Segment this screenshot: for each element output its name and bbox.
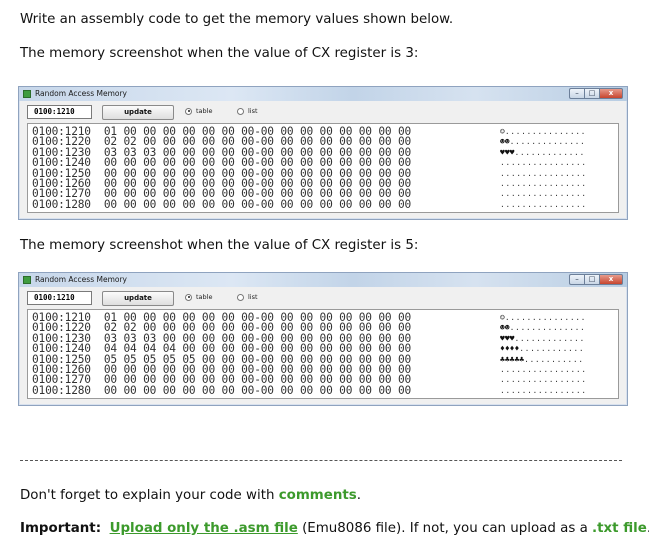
maximize-icon[interactable]: □ bbox=[584, 88, 599, 99]
hex-rows: 0100:1210 01 00 00 00 00 00 00 00-00 00 … bbox=[32, 126, 412, 211]
radio-list[interactable]: list bbox=[237, 292, 258, 302]
note-suffix: . bbox=[356, 488, 361, 503]
radio-unselected-icon bbox=[237, 293, 244, 301]
memory-dump[interactable]: 0100:1210 01 00 00 00 00 00 00 00-00 00 … bbox=[27, 309, 619, 399]
txt-file-link[interactable]: .txt file bbox=[592, 521, 647, 536]
ascii-row: ☻☻.............. bbox=[500, 323, 586, 333]
memory-window-1: Random Access Memory – □ x 0100:1210 upd… bbox=[18, 86, 628, 220]
ascii-row: ☻☻.............. bbox=[500, 137, 586, 147]
window-controls: – □ x bbox=[569, 274, 623, 285]
asm-file-link[interactable]: Upload only the .asm file bbox=[110, 521, 298, 536]
minimize-icon[interactable]: – bbox=[569, 88, 584, 99]
minimize-icon[interactable]: – bbox=[569, 274, 584, 285]
ascii-row: ................ bbox=[500, 168, 587, 178]
ascii-row: ♣♣♣♣♣........... bbox=[500, 354, 584, 364]
update-button[interactable]: update bbox=[102, 105, 174, 120]
ascii-row: ♦♦♦♦............ bbox=[500, 344, 585, 354]
table-row: 0100:1280 00 00 00 00 00 00 00 00-00 00 … bbox=[32, 383, 412, 397]
memory-window-2: Random Access Memory – □ x 0100:1210 upd… bbox=[18, 272, 628, 406]
close-icon[interactable]: x bbox=[599, 88, 623, 99]
intro-text: Write an assembly code to get the memory… bbox=[20, 12, 454, 27]
memory-toolbar: 0100:1210 update table list bbox=[19, 287, 627, 309]
radio-table-label: table bbox=[196, 107, 213, 115]
app-icon bbox=[23, 90, 31, 98]
maximize-icon[interactable]: □ bbox=[584, 274, 599, 285]
comments-note: Don't forget to explain your code with c… bbox=[20, 488, 361, 503]
radio-table[interactable]: table bbox=[185, 106, 212, 116]
ascii-row: ................ bbox=[500, 189, 587, 199]
radio-list[interactable]: list bbox=[237, 106, 258, 116]
address-input[interactable]: 0100:1210 bbox=[27, 291, 92, 305]
ascii-column: ☺............... ☻☻.............. ♥♥♥...… bbox=[500, 313, 587, 396]
table-row: 0100:1280 00 00 00 00 00 00 00 00-00 00 … bbox=[32, 197, 412, 211]
radio-list-label: list bbox=[248, 293, 258, 301]
radio-table-label: table bbox=[196, 293, 213, 301]
radio-list-label: list bbox=[248, 107, 258, 115]
update-button[interactable]: update bbox=[102, 291, 174, 306]
ascii-row: ................ bbox=[500, 158, 587, 168]
important-middle: (Emu8086 file). If not, you can upload a… bbox=[297, 521, 593, 536]
ascii-row: ♥♥♥............. bbox=[500, 147, 585, 157]
important-label: Important: bbox=[20, 521, 102, 536]
window-controls: – □ x bbox=[569, 88, 623, 99]
close-icon[interactable]: x bbox=[599, 274, 623, 285]
window-title: Random Access Memory bbox=[35, 89, 127, 98]
ascii-row: ................ bbox=[500, 375, 587, 385]
radio-selected-icon bbox=[185, 107, 192, 115]
important-note: Important: Upload only the .asm file (Em… bbox=[20, 521, 649, 536]
memory-toolbar: 0100:1210 update table list bbox=[19, 101, 627, 123]
window-title: Random Access Memory bbox=[35, 275, 127, 284]
window-titlebar[interactable]: Random Access Memory – □ x bbox=[19, 273, 627, 287]
dashed-divider bbox=[20, 460, 622, 461]
ascii-row: ☺............... bbox=[500, 313, 587, 322]
comments-link[interactable]: comments bbox=[279, 488, 357, 503]
radio-selected-icon bbox=[185, 293, 192, 301]
ascii-row: ................ bbox=[500, 364, 587, 374]
ascii-row: ................ bbox=[500, 385, 587, 395]
ascii-column: ☺............... ☻☻.............. ♥♥♥...… bbox=[500, 127, 587, 210]
caption-cx-3: The memory screenshot when the value of … bbox=[20, 46, 419, 61]
window-titlebar[interactable]: Random Access Memory – □ x bbox=[19, 87, 627, 101]
caption-cx-5: The memory screenshot when the value of … bbox=[20, 238, 419, 253]
radio-unselected-icon bbox=[237, 107, 244, 115]
note-prefix: Don't forget to explain your code with bbox=[20, 488, 279, 503]
ascii-row: ☺............... bbox=[500, 127, 587, 136]
ascii-row: ♥♥♥............. bbox=[500, 333, 585, 343]
app-icon bbox=[23, 276, 31, 284]
radio-table[interactable]: table bbox=[185, 292, 212, 302]
hex-rows: 0100:1210 01 00 00 00 00 00 00 00-00 00 … bbox=[32, 312, 412, 397]
address-input[interactable]: 0100:1210 bbox=[27, 105, 92, 119]
memory-dump[interactable]: 0100:1210 01 00 00 00 00 00 00 00-00 00 … bbox=[27, 123, 619, 213]
ascii-row: ................ bbox=[500, 199, 587, 209]
ascii-row: ................ bbox=[500, 178, 587, 188]
